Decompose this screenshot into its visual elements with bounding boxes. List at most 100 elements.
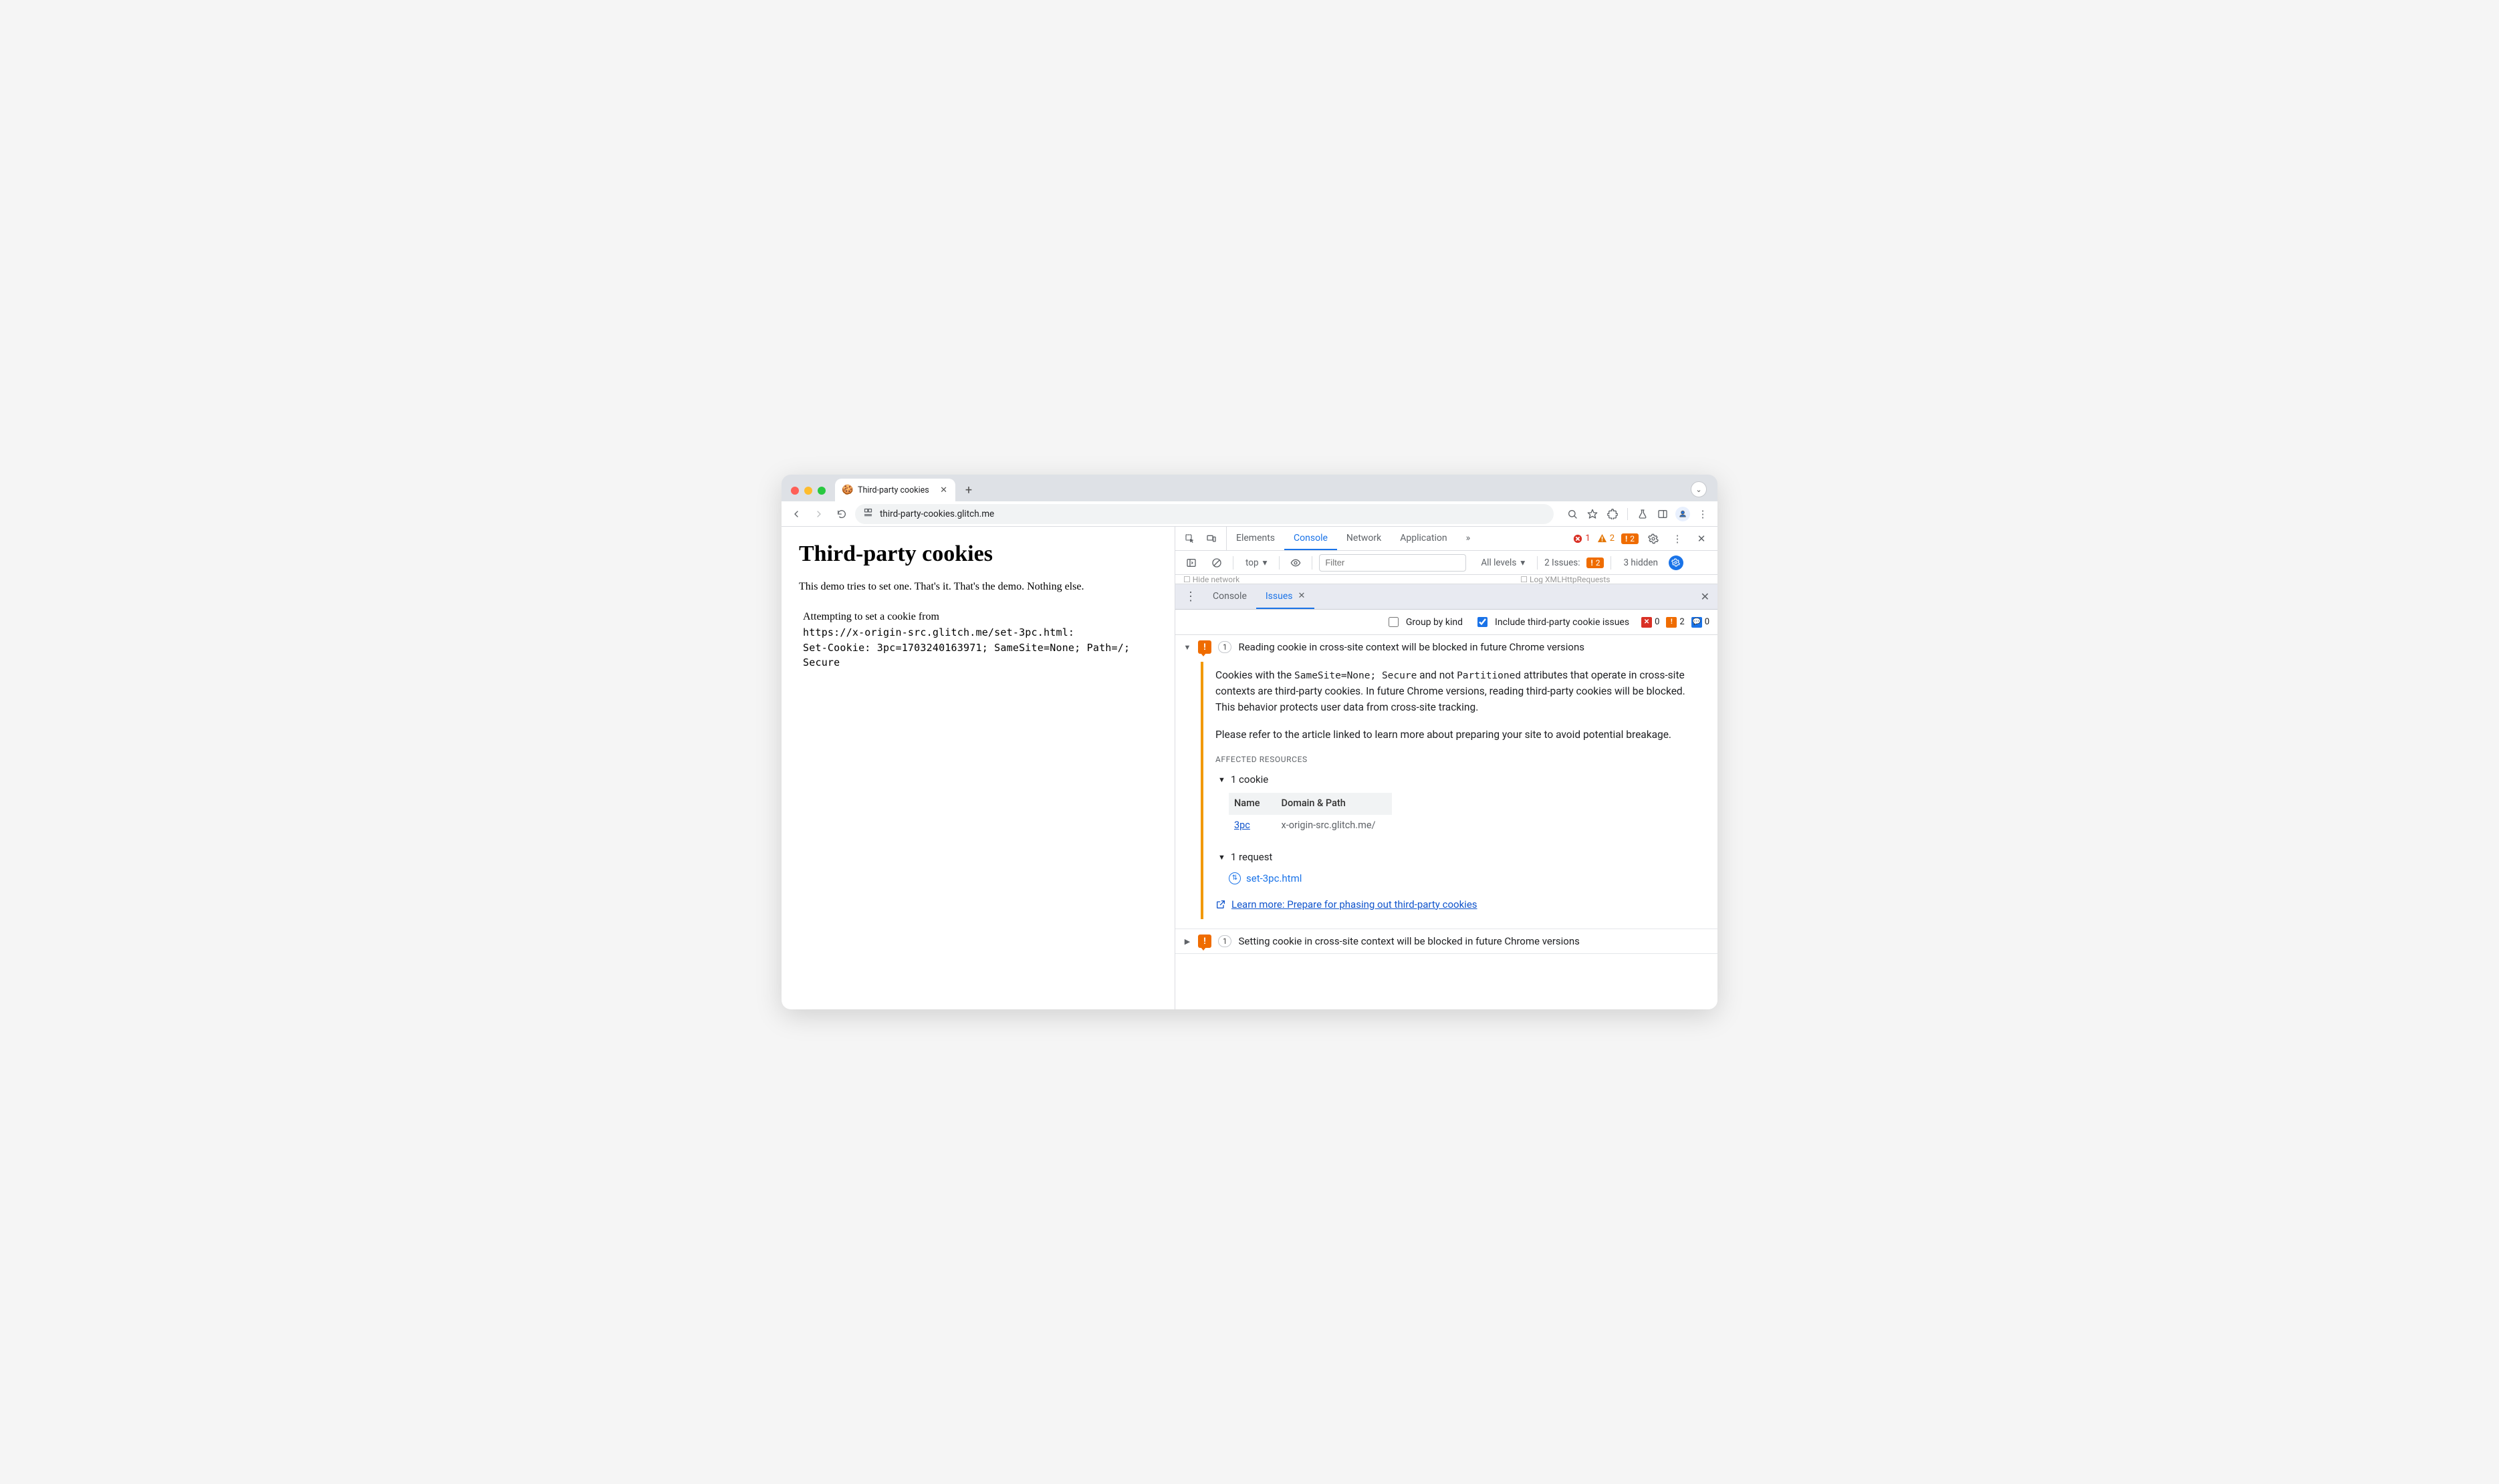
minimize-window[interactable]	[804, 487, 812, 495]
devtools-close-icon[interactable]: ✕	[1692, 529, 1711, 548]
issues-err-count[interactable]: ✕0	[1641, 617, 1659, 628]
issues-label: 2 Issues:	[1544, 558, 1580, 568]
status-badges[interactable]: 1 2 !2	[1573, 533, 1639, 544]
tabstrip: 🍪 Third-party cookies ✕ + ⌄	[782, 475, 1717, 501]
clear-console-icon[interactable]	[1207, 553, 1226, 572]
content-split: Third-party cookies This demo tries to s…	[782, 527, 1717, 1009]
console-settings-row: ☐ Hide network ☐ Log XMLHttpRequests	[1175, 575, 1717, 584]
table-header-domain: Domain & Path	[1276, 793, 1392, 814]
affected-cookies-table: Name Domain & Path 3pc x-origin-src.glit…	[1229, 793, 1392, 836]
tab-search-button[interactable]: ⌄	[1691, 481, 1707, 497]
disclosure-triangle-icon[interactable]: ▶	[1183, 937, 1191, 946]
log-levels-selector[interactable]: All levels ▾	[1475, 555, 1530, 571]
attempt-line3: Set-Cookie: 3pc=1703240163971; SameSite=…	[803, 640, 1157, 670]
issue-title: Reading cookie in cross-site context wil…	[1238, 641, 1584, 653]
new-tab-button[interactable]: +	[959, 481, 978, 499]
table-row: 3pc x-origin-src.glitch.me/	[1229, 815, 1392, 836]
device-mode-icon[interactable]	[1202, 529, 1221, 548]
page-heading: Third-party cookies	[799, 541, 1157, 567]
tab-application[interactable]: Application	[1391, 527, 1456, 550]
labs-icon[interactable]	[1633, 505, 1652, 523]
address-bar[interactable]: third-party-cookies.glitch.me	[855, 504, 1554, 524]
filter-input[interactable]	[1319, 554, 1466, 572]
devtools-settings-icon[interactable]	[1644, 529, 1663, 548]
tab-elements[interactable]: Elements	[1227, 527, 1284, 550]
issue-body-p2: Please refer to the article linked to le…	[1215, 727, 1707, 743]
cookie-link[interactable]: 3pc	[1234, 820, 1250, 831]
chevron-down-icon: ▾	[1263, 558, 1268, 568]
cookie-favicon-icon: 🍪	[842, 485, 852, 495]
menu-button[interactable]: ⋮	[1693, 505, 1712, 523]
tab-console[interactable]: Console	[1284, 527, 1337, 550]
issue-header[interactable]: ▶ ! 1 Setting cookie in cross-site conte…	[1175, 929, 1717, 953]
close-window[interactable]	[791, 487, 799, 495]
group-by-kind-input[interactable]	[1389, 617, 1399, 627]
devtools-tabbar: Elements Console Network Application » 1	[1175, 527, 1717, 551]
issue-item: ▼ ! 1 Reading cookie in cross-site conte…	[1175, 635, 1717, 929]
issues-info-count[interactable]: 💬0	[1691, 617, 1709, 628]
back-button[interactable]	[787, 505, 806, 523]
page-viewport: Third-party cookies This demo tries to s…	[782, 527, 1175, 1009]
disclosure-triangle-icon: ▼	[1218, 774, 1225, 785]
hidden-count[interactable]: 3 hidden	[1623, 558, 1658, 568]
tab-title: Third-party cookies	[858, 485, 929, 495]
table-header-name: Name	[1229, 793, 1276, 814]
warning-message-icon: !	[1198, 935, 1211, 948]
url-text: third-party-cookies.glitch.me	[880, 509, 994, 519]
issue-body-p1: Cookies with the SameSite=None; Secure a…	[1215, 667, 1707, 716]
attempt-line2: https://x-origin-src.glitch.me/set-3pc.h…	[803, 625, 1157, 640]
context-selector[interactable]: top ▾	[1240, 555, 1272, 571]
close-tab-icon[interactable]: ✕	[939, 484, 949, 497]
learn-more-link[interactable]: Learn more: Prepare for phasing out thir…	[1215, 897, 1707, 912]
issues-toolbar: Group by kind Include third-party cookie…	[1175, 610, 1717, 635]
chevron-down-icon: ▾	[1520, 558, 1525, 568]
inspect-element-icon[interactable]	[1181, 529, 1199, 548]
zoom-icon[interactable]	[1563, 505, 1582, 523]
disclosure-triangle-icon[interactable]: ▼	[1183, 643, 1191, 652]
side-panel-icon[interactable]	[1653, 505, 1672, 523]
bookmark-icon[interactable]	[1583, 505, 1602, 523]
issue-title: Setting cookie in cross-site context wil…	[1238, 935, 1579, 947]
include-3p-checkbox[interactable]: Include third-party cookie issues	[1475, 615, 1629, 629]
issue-detail: Cookies with the SameSite=None; Secure a…	[1201, 662, 1717, 919]
profile-button[interactable]	[1673, 505, 1692, 523]
tab-network[interactable]: Network	[1337, 527, 1391, 550]
group-by-kind-checkbox[interactable]: Group by kind	[1386, 615, 1463, 629]
error-count[interactable]: 1	[1573, 533, 1590, 543]
console-toolbar: top ▾ All levels ▾ 2 Issues: !2	[1175, 551, 1717, 575]
issue-header[interactable]: ▼ ! 1 Reading cookie in cross-site conte…	[1175, 635, 1717, 659]
affected-request-link[interactable]: ⇅ set-3pc.html	[1229, 871, 1707, 886]
requests-disclosure[interactable]: ▼ 1 request	[1218, 850, 1707, 865]
devtools-menu-icon[interactable]: ⋮	[1668, 529, 1687, 548]
forward-button[interactable]	[810, 505, 828, 523]
devtools-panel: Elements Console Network Application » 1	[1175, 527, 1717, 1009]
warning-count[interactable]: 2	[1597, 533, 1615, 543]
request-icon: ⇅	[1229, 872, 1241, 884]
issue-count-pill: 1	[1218, 641, 1231, 653]
zoom-window[interactable]	[818, 487, 826, 495]
attempt-line1: Attempting to set a cookie from	[803, 609, 1157, 625]
issues-chip[interactable]: !2	[1621, 533, 1639, 544]
issues-list: ▼ ! 1 Reading cookie in cross-site conte…	[1175, 635, 1717, 1009]
site-settings-icon[interactable]	[863, 507, 873, 520]
extensions-icon[interactable]	[1603, 505, 1622, 523]
drawer-menu-icon[interactable]: ⋮	[1178, 584, 1203, 609]
console-settings-icon[interactable]	[1669, 555, 1683, 570]
window-controls	[791, 487, 826, 495]
drawer-tabbar: ⋮ Console Issues ✕ ✕	[1175, 584, 1717, 610]
live-expression-icon[interactable]	[1286, 553, 1305, 572]
cookies-disclosure[interactable]: ▼ 1 cookie	[1218, 772, 1707, 787]
issues-warn-count[interactable]: !2	[1666, 617, 1684, 628]
drawer-tab-issues[interactable]: Issues ✕	[1256, 584, 1315, 609]
issue-item: ▶ ! 1 Setting cookie in cross-site conte…	[1175, 929, 1717, 954]
drawer-tab-console[interactable]: Console	[1203, 584, 1256, 609]
browser-tab[interactable]: 🍪 Third-party cookies ✕	[835, 479, 955, 501]
include-3p-input[interactable]	[1477, 617, 1488, 627]
console-sidebar-toggle-icon[interactable]	[1182, 553, 1201, 572]
close-issues-tab-icon[interactable]: ✕	[1298, 591, 1306, 601]
tab-overflow-icon[interactable]: »	[1457, 527, 1480, 550]
drawer-close-icon[interactable]: ✕	[1693, 584, 1717, 609]
reload-button[interactable]	[832, 505, 851, 523]
issues-count-chip[interactable]: !2	[1586, 558, 1604, 568]
page-cookie-attempt: Attempting to set a cookie from https://…	[799, 609, 1157, 670]
